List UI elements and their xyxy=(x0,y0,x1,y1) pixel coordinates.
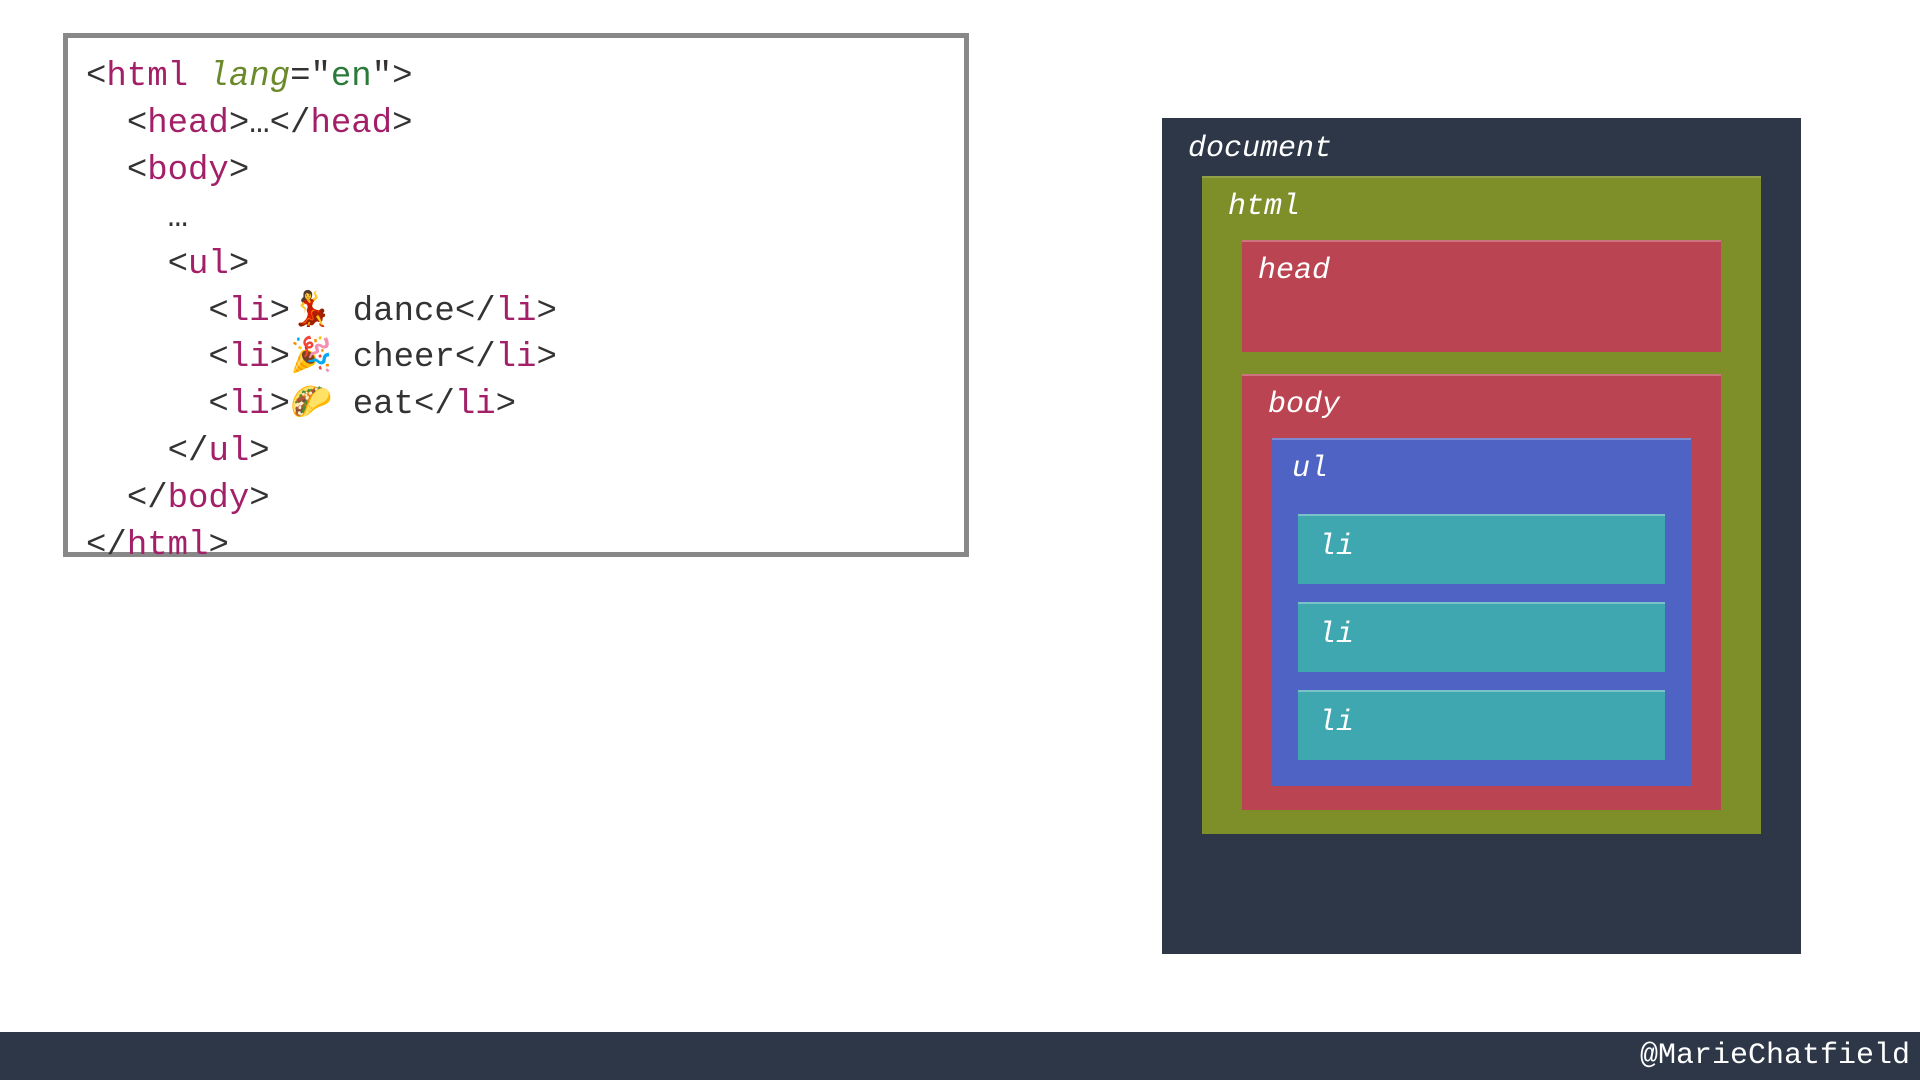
box-html: html head body ul li li li xyxy=(1202,176,1761,834)
code-line: <html lang="en"> xyxy=(86,54,946,101)
box-label-li: li xyxy=(1312,614,1657,652)
footer-bar: @MarieChatfield xyxy=(0,1032,1920,1080)
code-line: … xyxy=(86,195,946,242)
twitter-handle: @MarieChatfield xyxy=(1640,1039,1910,1073)
code-line: <head>…</head> xyxy=(86,101,946,148)
code-line: </body> xyxy=(86,476,946,523)
box-ul: ul li li li xyxy=(1272,438,1691,786)
code-line: <body> xyxy=(86,148,946,195)
code-line: <li>🌮 eat</li> xyxy=(86,382,946,429)
box-li: li xyxy=(1298,690,1665,760)
box-label-ul: ul xyxy=(1286,448,1677,496)
box-label-li: li xyxy=(1312,702,1657,740)
box-li: li xyxy=(1298,514,1665,584)
code-line: <ul> xyxy=(86,242,946,289)
box-label-li: li xyxy=(1312,526,1657,564)
box-label-body: body xyxy=(1262,384,1701,432)
code-line: </html> xyxy=(86,523,946,570)
dom-diagram: document html head body ul li li li xyxy=(1162,118,1801,954)
slide: <html lang="en"> <head>…</head> <body> …… xyxy=(0,0,1920,1080)
box-label-head: head xyxy=(1252,250,1711,298)
code-line: </ul> xyxy=(86,429,946,476)
code-block: <html lang="en"> <head>…</head> <body> …… xyxy=(63,33,969,557)
box-label-html: html xyxy=(1222,186,1741,234)
code-line: <li>💃 dance</li> xyxy=(86,289,946,336)
box-head: head xyxy=(1242,240,1721,352)
code-line: <li>🎉 cheer</li> xyxy=(86,335,946,382)
box-body: body ul li li li xyxy=(1242,374,1721,810)
box-li: li xyxy=(1298,602,1665,672)
box-label-document: document xyxy=(1182,128,1781,176)
